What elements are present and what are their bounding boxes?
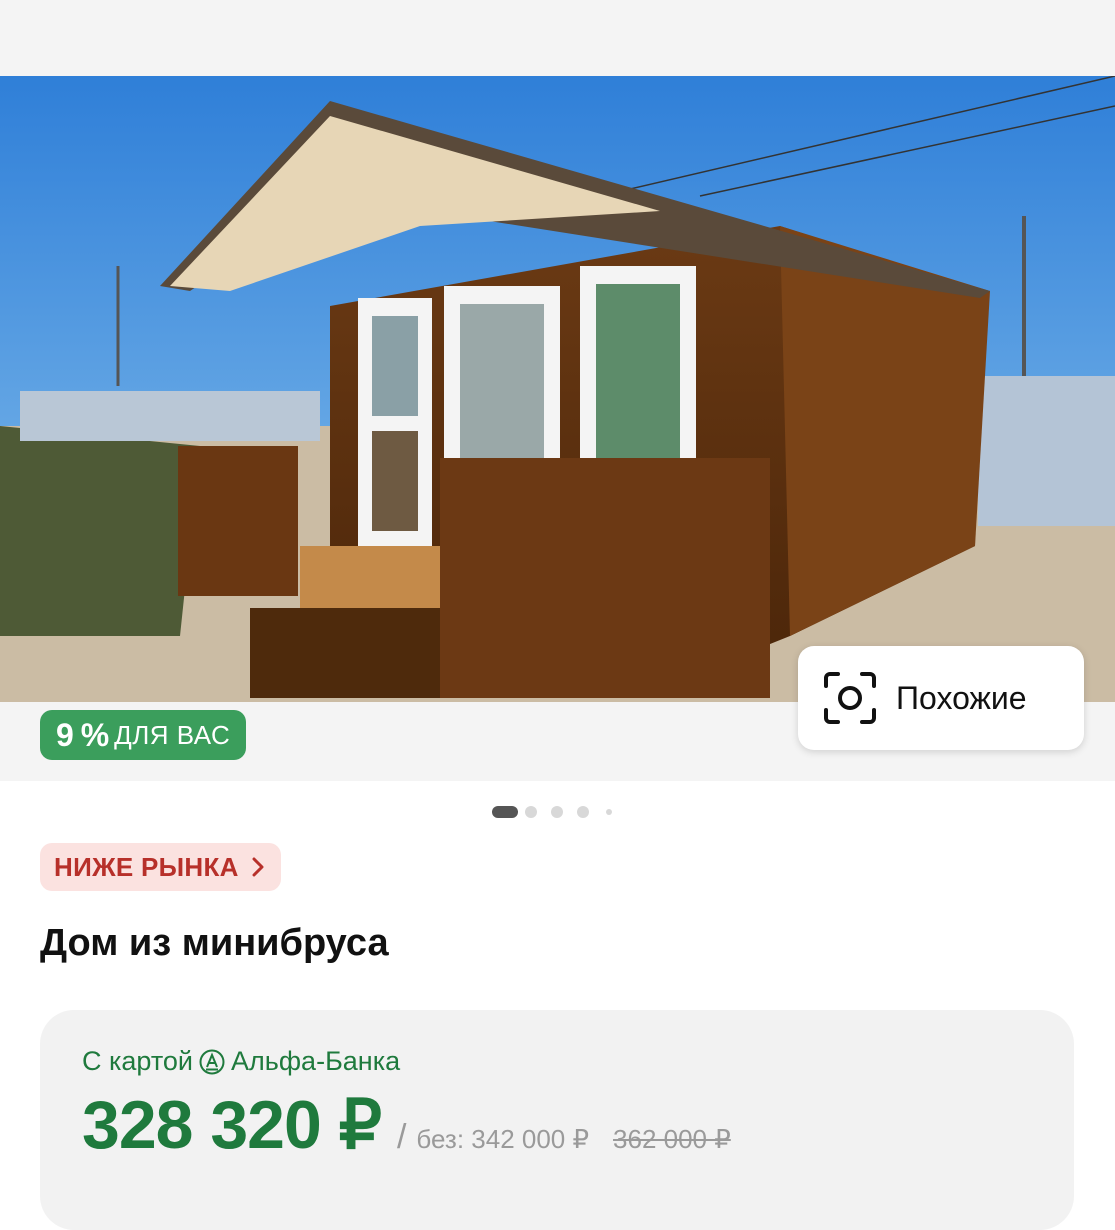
top-bar <box>0 0 1115 76</box>
card-price: 328 320 ₽ <box>82 1087 382 1163</box>
listing-photo[interactable] <box>0 76 1115 702</box>
discount-percent: 9 % <box>56 716 109 753</box>
photo-gallery[interactable]: 9 % ДЛЯ ВАС Похожие <box>0 76 1115 781</box>
discount-text: ДЛЯ ВАС <box>114 719 231 750</box>
pagination-dot[interactable] <box>525 806 537 818</box>
chevron-right-icon <box>252 857 264 877</box>
pagination-dot[interactable] <box>577 806 589 818</box>
card-offer-line: С картой Альфа-Банка <box>82 1046 400 1077</box>
price-card: С картой Альфа-Банка 328 320 ₽ / без: 34… <box>40 1010 1074 1230</box>
similar-button-label: Похожие <box>896 679 1027 716</box>
camera-search-icon <box>824 672 876 724</box>
gallery-pagination[interactable] <box>0 802 1115 822</box>
similar-button[interactable]: Похожие <box>798 646 1084 750</box>
price-without-card: без: 342 000 ₽ <box>416 1124 590 1154</box>
pagination-dot-active[interactable] <box>492 806 518 818</box>
below-market-label: НИЖЕ РЫНКА <box>54 851 239 882</box>
listing-title: Дом из минибруса <box>40 922 389 964</box>
below-market-tag[interactable]: НИЖЕ РЫНКА <box>40 843 281 891</box>
pagination-dot[interactable] <box>551 806 563 818</box>
price-row: 328 320 ₽ / без: 342 000 ₽ 362 000 ₽ <box>82 1086 731 1165</box>
price-separator: / <box>396 1118 407 1156</box>
alfa-bank-icon <box>199 1049 225 1074</box>
bank-name: Альфа-Банка <box>231 1046 401 1076</box>
old-price: 362 000 ₽ <box>613 1124 731 1154</box>
card-prefix: С картой <box>82 1046 194 1076</box>
discount-badge: 9 % ДЛЯ ВАС <box>40 710 247 760</box>
pagination-dot[interactable] <box>606 809 612 815</box>
